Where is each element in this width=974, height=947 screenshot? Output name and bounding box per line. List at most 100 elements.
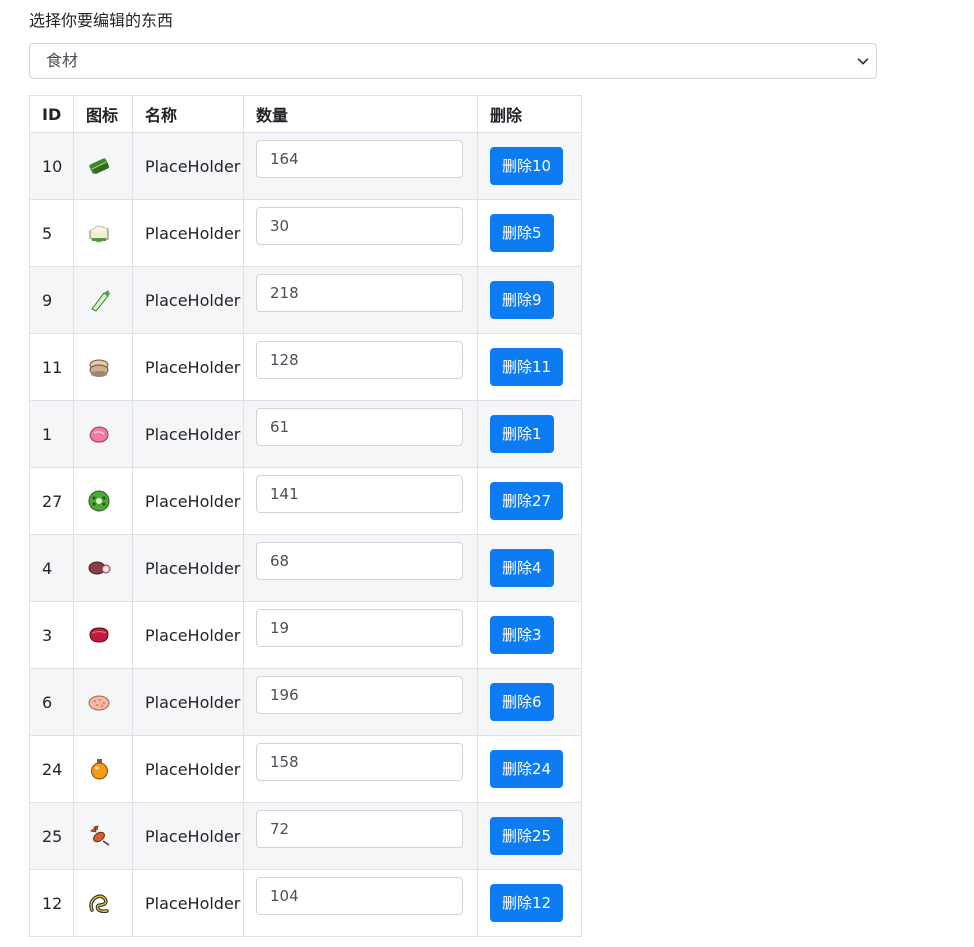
row-id: 5 <box>29 199 74 267</box>
green-lotus-root-icon <box>88 490 110 512</box>
row-delete-cell: 删除1 <box>477 400 582 468</box>
row-qty-cell: 104 <box>243 869 478 937</box>
delete-button[interactable]: 删除9 <box>490 281 554 319</box>
row-delete-cell: 删除24 <box>477 735 582 803</box>
row-icon-cell <box>73 400 133 468</box>
quantity-input[interactable]: 128 <box>256 341 463 379</box>
row-id: 10 <box>29 132 74 200</box>
row-icon-cell <box>73 132 133 200</box>
delete-button[interactable]: 删除4 <box>490 549 554 587</box>
quantity-input[interactable]: 141 <box>256 475 463 513</box>
table-row: 4 PlaceHolder 68 删除4 <box>29 534 582 602</box>
row-icon-cell <box>73 869 133 937</box>
header-delete: 删除 <box>477 95 582 133</box>
pink-meat-icon <box>89 426 109 443</box>
row-qty-cell: 141 <box>243 467 478 535</box>
quantity-input[interactable]: 104 <box>256 877 463 915</box>
row-id: 9 <box>29 266 74 334</box>
quantity-input[interactable]: 164 <box>256 140 463 178</box>
fish-fillet-icon <box>89 359 109 377</box>
orange-potion-bottle-icon <box>91 759 108 780</box>
row-icon-cell <box>73 601 133 669</box>
row-name: PlaceHolder <box>132 199 244 267</box>
row-delete-cell: 删除12 <box>477 869 582 937</box>
quantity-input[interactable]: 30 <box>256 207 463 245</box>
table-row: 10 PlaceHolder 164 删除10 <box>29 132 582 200</box>
row-qty-cell: 196 <box>243 668 478 736</box>
quantity-input[interactable]: 158 <box>256 743 463 781</box>
delete-button[interactable]: 删除3 <box>490 616 554 654</box>
quantity-input[interactable]: 61 <box>256 408 463 446</box>
row-delete-cell: 删除10 <box>477 132 582 200</box>
table-row: 11 PlaceHolder 128 删除11 <box>29 333 582 401</box>
row-id: 6 <box>29 668 74 736</box>
header-name: 名称 <box>132 95 244 133</box>
row-id: 12 <box>29 869 74 937</box>
delete-button[interactable]: 删除27 <box>490 482 564 520</box>
row-delete-cell: 删除11 <box>477 333 582 401</box>
table-row: 1 PlaceHolder 61 删除1 <box>29 400 582 468</box>
row-name: PlaceHolder <box>132 869 244 937</box>
delete-button[interactable]: 删除10 <box>490 147 564 185</box>
row-icon-cell <box>73 534 133 602</box>
tofu-block-icon <box>89 225 109 243</box>
row-delete-cell: 删除9 <box>477 266 582 334</box>
ham-leg-icon <box>88 561 111 575</box>
table-row: 12 PlaceHolder 104 删除12 <box>29 869 582 937</box>
select-label: 选择你要编辑的东西 <box>29 11 174 30</box>
table-row: 5 PlaceHolder 30 删除5 <box>29 199 582 267</box>
quantity-input[interactable]: 218 <box>256 274 463 312</box>
red-steak-icon <box>89 627 109 643</box>
category-select[interactable]: 食材 <box>29 43 877 79</box>
row-name: PlaceHolder <box>132 467 244 535</box>
row-icon-cell <box>73 802 133 870</box>
row-name: PlaceHolder <box>132 132 244 200</box>
header-id: ID <box>29 95 74 133</box>
eel-icon <box>89 894 109 913</box>
table-header-row: ID 图标 名称 数量 删除 <box>29 95 582 133</box>
row-qty-cell: 61 <box>243 400 478 468</box>
row-delete-cell: 删除3 <box>477 601 582 669</box>
row-icon-cell <box>73 266 133 334</box>
row-id: 24 <box>29 735 74 803</box>
row-delete-cell: 删除4 <box>477 534 582 602</box>
chevron-down-icon <box>857 58 869 65</box>
table-row: 6 PlaceHolder 196 删除6 <box>29 668 582 736</box>
delete-button[interactable]: 删除11 <box>490 348 564 386</box>
delete-button[interactable]: 删除25 <box>490 817 564 855</box>
row-id: 11 <box>29 333 74 401</box>
delete-button[interactable]: 删除5 <box>490 214 554 252</box>
row-qty-cell: 158 <box>243 735 478 803</box>
dotted-bun-icon <box>88 695 110 711</box>
row-icon-cell <box>73 199 133 267</box>
row-delete-cell: 删除5 <box>477 199 582 267</box>
row-name: PlaceHolder <box>132 400 244 468</box>
row-id: 27 <box>29 467 74 535</box>
quantity-input[interactable]: 196 <box>256 676 463 714</box>
quantity-input[interactable]: 68 <box>256 542 463 580</box>
quantity-input[interactable]: 72 <box>256 810 463 848</box>
row-qty-cell: 72 <box>243 802 478 870</box>
row-name: PlaceHolder <box>132 668 244 736</box>
quantity-input[interactable]: 19 <box>256 609 463 647</box>
row-qty-cell: 30 <box>243 199 478 267</box>
delete-button[interactable]: 删除24 <box>490 750 564 788</box>
delete-button[interactable]: 删除1 <box>490 415 554 453</box>
row-name: PlaceHolder <box>132 601 244 669</box>
row-delete-cell: 删除25 <box>477 802 582 870</box>
header-icon: 图标 <box>73 95 133 133</box>
crayfish-icon <box>90 825 110 846</box>
row-id: 1 <box>29 400 74 468</box>
table-row: 3 PlaceHolder 19 删除3 <box>29 601 582 669</box>
row-qty-cell: 218 <box>243 266 478 334</box>
row-qty-cell: 164 <box>243 132 478 200</box>
delete-button[interactable]: 删除12 <box>490 884 564 922</box>
row-icon-cell <box>73 735 133 803</box>
delete-button[interactable]: 删除6 <box>490 683 554 721</box>
row-name: PlaceHolder <box>132 802 244 870</box>
row-id: 25 <box>29 802 74 870</box>
table-row: 24 PlaceHolder 158 删除24 <box>29 735 582 803</box>
green-vegetable-bundle-icon <box>89 158 110 174</box>
row-icon-cell <box>73 333 133 401</box>
row-name: PlaceHolder <box>132 333 244 401</box>
